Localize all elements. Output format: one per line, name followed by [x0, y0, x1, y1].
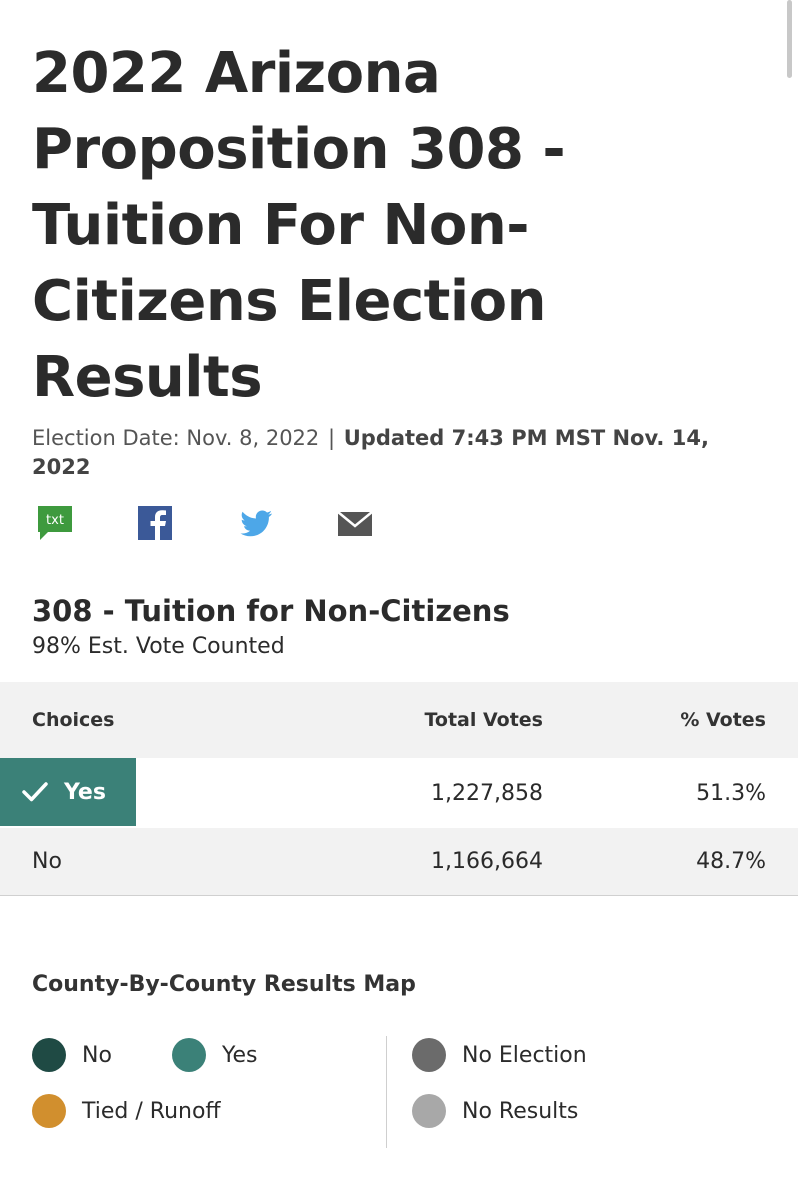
legend-label: No Election: [462, 1042, 587, 1068]
legend-label: Yes: [222, 1042, 258, 1068]
results-header-row: Choices Total Votes % Votes: [0, 682, 798, 758]
table-row: Yes 1,227,858 51.3%: [0, 758, 798, 828]
legend-swatch: [172, 1038, 206, 1072]
choice-label: No: [32, 849, 62, 874]
total-votes: 1,227,858: [431, 780, 543, 806]
legend-item-tied: Tied / Runoff: [32, 1094, 221, 1128]
legend-item-yes: Yes: [172, 1038, 258, 1072]
race-title: 308 - Tuition for Non-Citizens: [32, 594, 510, 628]
meta-separator: |: [327, 426, 336, 450]
pct-votes: 51.3%: [696, 780, 766, 806]
election-meta: Election Date: Nov. 8, 2022 | Updated 7:…: [32, 424, 772, 482]
legend-swatch: [412, 1038, 446, 1072]
election-date: Election Date: Nov. 8, 2022: [32, 426, 320, 450]
winner-badge: Yes: [0, 758, 136, 826]
results-table: Choices Total Votes % Votes Yes 1,227,85…: [0, 682, 798, 896]
col-total-votes: Total Votes: [424, 709, 543, 731]
email-icon[interactable]: [336, 504, 376, 544]
legend-item-no-election: No Election: [412, 1038, 587, 1072]
txt-icon-label: txt: [46, 513, 64, 528]
twitter-icon[interactable]: [236, 504, 276, 544]
legend-swatch: [412, 1094, 446, 1128]
legend-label: No: [82, 1042, 112, 1068]
pct-votes: 48.7%: [696, 849, 766, 874]
legend-label: Tied / Runoff: [82, 1098, 221, 1124]
page-title: 2022 Arizona Proposition 308 - Tuition F…: [32, 41, 566, 410]
checkmark-icon: [22, 782, 48, 802]
choice-label: Yes: [64, 779, 106, 805]
scrollbar[interactable]: [787, 0, 792, 78]
legend-swatch: [32, 1094, 66, 1128]
table-row: No 1,166,664 48.7%: [0, 828, 798, 896]
legend-divider: [386, 1036, 387, 1148]
votes-counted: 98% Est. Vote Counted: [32, 634, 285, 659]
facebook-icon[interactable]: [136, 504, 176, 544]
legend-item-no: No: [32, 1038, 112, 1072]
txt-icon[interactable]: txt: [36, 504, 76, 544]
col-pct-votes: % Votes: [680, 709, 766, 731]
legend-label: No Results: [462, 1098, 579, 1124]
share-bar: txt: [36, 504, 396, 544]
total-votes: 1,166,664: [431, 849, 543, 874]
map-title: County-By-County Results Map: [32, 972, 416, 997]
col-choices: Choices: [32, 709, 115, 731]
legend-item-no-results: No Results: [412, 1094, 578, 1128]
map-legend: No Yes Tied / Runoff No Election No Resu…: [32, 1036, 772, 1148]
legend-swatch: [32, 1038, 66, 1072]
